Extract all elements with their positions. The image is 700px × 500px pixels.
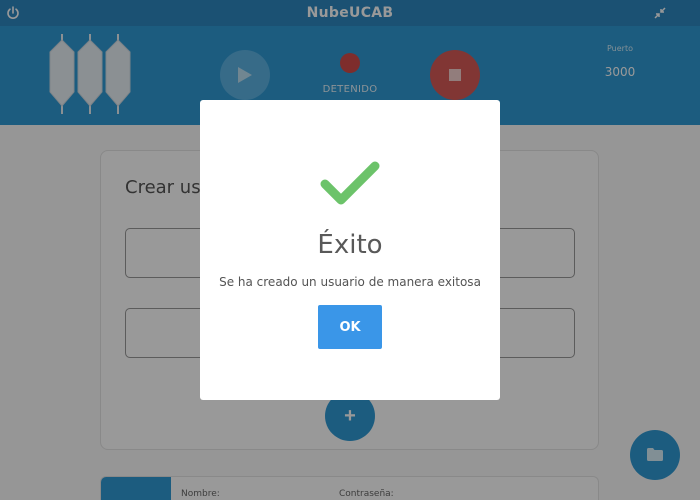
check-icon (320, 160, 380, 208)
success-dialog: Éxito Se ha creado un usuario de manera … (200, 100, 500, 400)
dialog-title: Éxito (317, 230, 383, 260)
dialog-message: Se ha creado un usuario de manera exitos… (219, 275, 481, 289)
ok-button[interactable]: OK (318, 305, 382, 349)
